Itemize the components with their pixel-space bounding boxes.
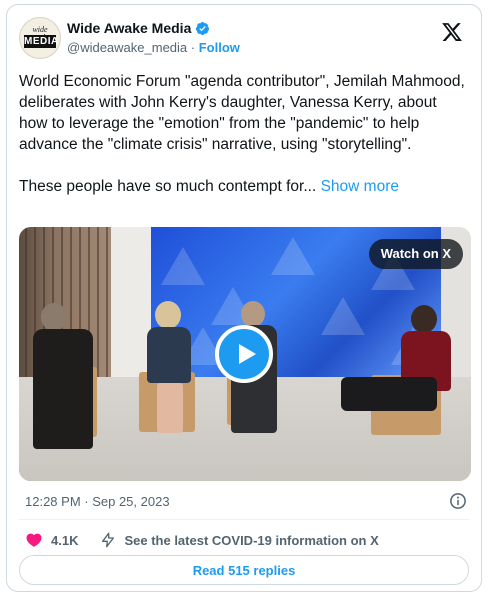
author-name-row: Wide Awake Media bbox=[67, 19, 210, 37]
person-head bbox=[241, 301, 265, 327]
watch-on-x-button[interactable]: Watch on X bbox=[368, 239, 463, 269]
x-logo-icon[interactable] bbox=[441, 21, 463, 43]
person-head bbox=[41, 303, 67, 331]
follow-button[interactable]: Follow bbox=[199, 40, 240, 55]
person-legs bbox=[157, 383, 183, 433]
tweet-text: World Economic Forum "agenda contributor… bbox=[19, 71, 469, 197]
tweet-actions: 4.1K See the latest COVID-19 information… bbox=[25, 529, 379, 551]
tweet-card: wide awake MEDIA Wide Awake Media @widea… bbox=[6, 4, 482, 592]
avatar-logo-bottom: MEDIA bbox=[24, 35, 59, 48]
play-icon bbox=[239, 344, 256, 364]
heart-icon[interactable] bbox=[25, 531, 43, 549]
video-player[interactable]: Watch on X bbox=[19, 227, 471, 481]
separator-dot: · bbox=[190, 40, 199, 55]
read-replies-button[interactable]: Read 515 replies bbox=[19, 555, 469, 585]
avatar[interactable]: wide awake MEDIA bbox=[19, 17, 61, 59]
show-more-link[interactable]: Show more bbox=[321, 178, 399, 195]
info-icon[interactable] bbox=[449, 492, 467, 510]
author-display-name[interactable]: Wide Awake Media bbox=[67, 20, 191, 36]
divider bbox=[19, 519, 469, 520]
person-head bbox=[155, 301, 181, 329]
covid-info-link[interactable]: See the latest COVID-19 information on X bbox=[124, 533, 378, 548]
play-button[interactable] bbox=[215, 325, 273, 383]
lightning-bolt-icon bbox=[102, 532, 115, 548]
verified-badge-icon bbox=[196, 21, 210, 35]
tweet-timestamp[interactable]: 12:28 PM · Sep 25, 2023 bbox=[25, 494, 170, 509]
author-handle[interactable]: @wideawake_media bbox=[67, 40, 187, 55]
person-legs bbox=[341, 377, 437, 411]
tweet-header: wide awake MEDIA Wide Awake Media @widea… bbox=[19, 15, 469, 59]
tweet-truncated-text: These people have so much contempt for..… bbox=[19, 178, 317, 195]
like-count[interactable]: 4.1K bbox=[51, 533, 78, 548]
person-head bbox=[411, 305, 437, 333]
author-handle-row: @wideawake_media · Follow bbox=[67, 40, 240, 55]
person-body bbox=[147, 327, 191, 383]
tweet-paragraph-2: These people have so much contempt for..… bbox=[19, 176, 469, 197]
person-body bbox=[33, 329, 93, 449]
tweet-paragraph-1: World Economic Forum "agenda contributor… bbox=[19, 73, 465, 153]
